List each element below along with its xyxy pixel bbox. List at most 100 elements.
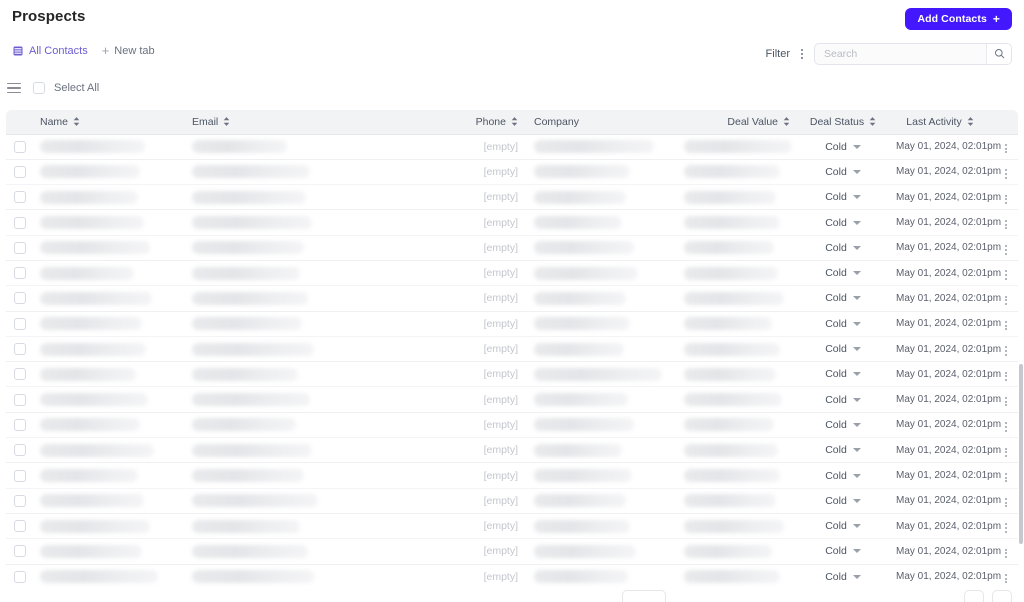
kebab-vertical-icon[interactable] [798,47,806,61]
cell-deal-value[interactable] [676,260,798,287]
cell-last-activity[interactable]: May 01, 2024, 02:01pm [888,564,1001,588]
cell-company[interactable] [526,488,676,514]
cell-name[interactable] [32,285,184,312]
table-row[interactable]: [empty] Cold May 01, 2024, 02:01pm [6,412,1018,439]
cell-name[interactable] [32,311,184,337]
cell-name[interactable] [32,159,184,186]
cell-phone[interactable]: [empty] [440,134,526,160]
cell-phone[interactable]: [empty] [440,462,526,489]
cell-name[interactable] [32,209,184,236]
cell-phone[interactable]: [empty] [440,488,526,514]
cell-last-activity[interactable]: May 01, 2024, 02:01pm [888,209,1001,236]
cell-email[interactable] [184,184,440,211]
cell-name[interactable] [32,462,184,489]
row-menu-kebab-icon[interactable] [1000,571,1012,586]
add-contacts-button[interactable]: Add Contacts + [905,8,1012,30]
cell-last-activity[interactable]: May 01, 2024, 02:01pm [888,513,1001,540]
row-menu-kebab-icon[interactable] [1000,192,1012,207]
cell-company[interactable] [526,361,676,388]
table-row[interactable]: [empty] Cold May 01, 2024, 02:01pm [6,437,1018,464]
cell-last-activity[interactable]: May 01, 2024, 02:01pm [888,260,1001,287]
cell-name[interactable] [32,564,184,588]
cell-phone[interactable]: [empty] [440,235,526,261]
cell-deal-value[interactable] [676,285,798,312]
rows-per-page-select[interactable] [622,590,666,602]
cell-phone[interactable]: [empty] [440,361,526,388]
column-header-email[interactable]: Email [184,110,440,135]
cell-deal-status[interactable]: Cold [798,134,888,160]
sort-icon[interactable] [73,117,80,127]
cell-company[interactable] [526,564,676,588]
cell-last-activity[interactable]: May 01, 2024, 02:01pm [888,361,1001,388]
table-row[interactable]: [empty] Cold May 01, 2024, 02:01pm [6,184,1018,211]
cell-phone[interactable]: [empty] [440,159,526,186]
cell-deal-status[interactable]: Cold [798,386,888,413]
row-checkbox[interactable] [14,368,26,381]
deal-status-dropdown[interactable]: Cold [806,571,880,583]
table-row[interactable]: [empty] Cold May 01, 2024, 02:01pm [6,260,1018,287]
sort-icon[interactable] [869,117,876,127]
cell-company[interactable] [526,386,676,413]
tab-new[interactable]: + New tab [102,44,155,57]
cell-deal-status[interactable]: Cold [798,564,888,588]
row-menu-kebab-icon[interactable] [1000,495,1012,510]
cell-deal-value[interactable] [676,538,798,565]
cell-deal-value[interactable] [676,336,798,363]
cell-last-activity[interactable]: May 01, 2024, 02:01pm [888,462,1001,489]
cell-deal-status[interactable]: Cold [798,260,888,287]
row-checkbox[interactable] [14,494,26,507]
cell-email[interactable] [184,260,440,287]
cell-deal-value[interactable] [676,386,798,413]
cell-name[interactable] [32,184,184,211]
deal-status-dropdown[interactable]: Cold [806,267,880,279]
cell-deal-value[interactable] [676,184,798,211]
deal-status-dropdown[interactable]: Cold [806,141,880,153]
cell-name[interactable] [32,361,184,388]
deal-status-dropdown[interactable]: Cold [806,217,880,229]
cell-deal-value[interactable] [676,513,798,540]
row-menu-kebab-icon[interactable] [1000,242,1012,257]
cell-deal-value[interactable] [676,437,798,464]
cell-deal-status[interactable]: Cold [798,361,888,388]
cell-last-activity[interactable]: May 01, 2024, 02:01pm [888,538,1001,565]
cell-phone[interactable]: [empty] [440,209,526,236]
cell-deal-status[interactable]: Cold [798,311,888,337]
vertical-scrollbar-thumb[interactable] [1019,364,1023,544]
deal-status-dropdown[interactable]: Cold [806,545,880,557]
row-menu-kebab-icon[interactable] [1000,267,1012,282]
deal-status-dropdown[interactable]: Cold [806,368,880,380]
cell-email[interactable] [184,361,440,388]
cell-name[interactable] [32,134,184,160]
sort-icon[interactable] [223,117,230,127]
cell-company[interactable] [526,462,676,489]
cell-email[interactable] [184,412,440,439]
row-checkbox[interactable] [14,343,26,356]
cell-name[interactable] [32,336,184,363]
cell-last-activity[interactable]: May 01, 2024, 02:01pm [888,437,1001,464]
cell-deal-value[interactable] [676,235,798,261]
cell-company[interactable] [526,285,676,312]
cell-name[interactable] [32,260,184,287]
row-menu-kebab-icon[interactable] [1000,445,1012,460]
cell-deal-value[interactable] [676,159,798,186]
cell-last-activity[interactable]: May 01, 2024, 02:01pm [888,235,1001,261]
row-checkbox[interactable] [14,418,26,431]
row-checkbox[interactable] [14,216,26,229]
cell-deal-status[interactable]: Cold [798,437,888,464]
cell-email[interactable] [184,513,440,540]
row-checkbox[interactable] [14,570,26,583]
cell-email[interactable] [184,462,440,489]
cell-deal-value[interactable] [676,564,798,588]
cell-deal-value[interactable] [676,311,798,337]
cell-company[interactable] [526,412,676,439]
row-checkbox[interactable] [14,292,26,305]
row-checkbox[interactable] [14,191,26,204]
cell-last-activity[interactable]: May 01, 2024, 02:01pm [888,336,1001,363]
tab-all-contacts[interactable]: All Contacts [12,45,88,57]
cell-deal-status[interactable]: Cold [798,209,888,236]
cell-email[interactable] [184,159,440,186]
row-checkbox[interactable] [14,469,26,482]
deal-status-dropdown[interactable]: Cold [806,495,880,507]
table-row[interactable]: [empty] Cold May 01, 2024, 02:01pm [6,235,1018,261]
sort-icon[interactable] [967,117,974,127]
